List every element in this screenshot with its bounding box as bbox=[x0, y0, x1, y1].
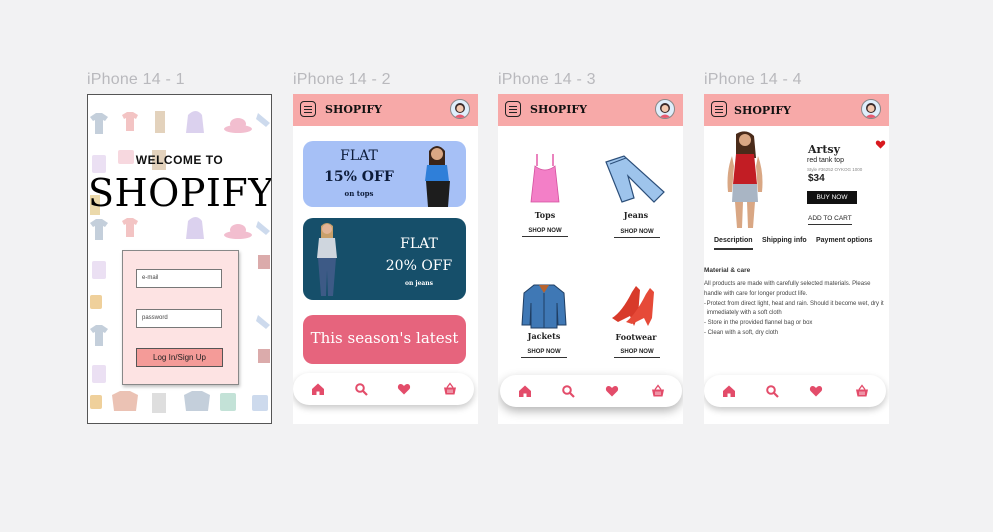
email-field[interactable]: e-mail bbox=[136, 269, 222, 288]
menu-icon[interactable] bbox=[505, 101, 521, 117]
banner-line1: FLAT bbox=[340, 148, 378, 164]
banner-line1: FLAT bbox=[400, 236, 438, 252]
product-image bbox=[727, 131, 763, 228]
brand-title: SHOPIFY bbox=[530, 103, 587, 116]
product-screen: SHOPIFY Artsy red tank top Style #36252 … bbox=[704, 94, 889, 424]
category-name: Tops bbox=[534, 210, 556, 220]
jeans-image[interactable] bbox=[604, 154, 666, 206]
add-to-cart-button[interactable]: ADD TO CART bbox=[808, 215, 852, 225]
product-description: All products are made with carefully sel… bbox=[704, 280, 889, 339]
description-body: All products are made with carefully sel… bbox=[704, 281, 871, 297]
banner-line2: 20% OFF bbox=[385, 258, 453, 274]
tab-description[interactable]: Description bbox=[714, 237, 753, 250]
home-icon[interactable] bbox=[722, 384, 736, 398]
banner-jeans[interactable]: FLAT 20% OFF on jeans bbox=[303, 218, 466, 300]
footwear-image[interactable] bbox=[608, 282, 660, 328]
banner-line3: on tops bbox=[344, 189, 374, 198]
search-icon[interactable] bbox=[765, 384, 779, 398]
category-name: Jackets bbox=[527, 331, 561, 341]
home-screen: SHOPIFY FLAT 15% OFF on tops FLAT 20% OF… bbox=[293, 94, 478, 424]
tops-image[interactable] bbox=[527, 152, 563, 204]
jackets-image[interactable] bbox=[520, 282, 568, 330]
avatar[interactable] bbox=[450, 99, 470, 119]
bottom-nav bbox=[500, 375, 682, 407]
login-button[interactable]: Log In/Sign Up bbox=[136, 348, 223, 367]
categories-screen: SHOPIFY Tops SHOP NOW Jeans SHOP NOW Jac… bbox=[498, 94, 683, 424]
tab-payment-options[interactable]: Payment options bbox=[816, 237, 872, 244]
frame-label: iPhone 14 - 1 bbox=[87, 71, 185, 88]
section-title: Material & care bbox=[704, 267, 751, 274]
tab-shipping-info[interactable]: Shipping info bbox=[762, 237, 807, 244]
frame-label: iPhone 14 - 3 bbox=[498, 71, 596, 88]
banner-line3: on jeans bbox=[404, 280, 434, 287]
search-icon[interactable] bbox=[354, 382, 368, 396]
shop-now-link[interactable]: SHOP NOW bbox=[614, 349, 660, 358]
login-form: e-mail password Log In/Sign Up bbox=[122, 250, 239, 385]
heart-icon[interactable] bbox=[397, 382, 411, 396]
description-bullet: - Protect from direct light, heat and ra… bbox=[704, 300, 884, 317]
basket-icon[interactable] bbox=[855, 384, 869, 398]
description-bullet: - Clean with a soft, dry cloth bbox=[704, 329, 779, 336]
brand-title: SHOPIFY bbox=[325, 103, 382, 116]
frame-label: iPhone 14 - 4 bbox=[704, 71, 802, 88]
product-style: Style #36252 OYKOG 1000 bbox=[807, 167, 863, 172]
shop-now-link[interactable]: SHOP NOW bbox=[522, 228, 568, 237]
description-bullet: - Store in the provided flannel bag or b… bbox=[704, 320, 813, 327]
banner-line2: 15% OFF bbox=[324, 169, 394, 185]
menu-icon[interactable] bbox=[711, 101, 727, 117]
shop-now-link[interactable]: SHOP NOW bbox=[521, 349, 567, 358]
password-field[interactable]: password bbox=[136, 309, 222, 328]
basket-icon[interactable] bbox=[651, 384, 665, 398]
header: SHOPIFY bbox=[704, 94, 889, 126]
buy-now-button[interactable]: BUY NOW bbox=[807, 191, 857, 204]
favorite-heart-icon[interactable] bbox=[875, 139, 886, 149]
model-image bbox=[317, 223, 337, 296]
home-icon[interactable] bbox=[311, 382, 325, 396]
frame-label: iPhone 14 - 2 bbox=[293, 71, 391, 88]
basket-icon[interactable] bbox=[443, 382, 457, 396]
login-screen: WELCOME TO SHOPIFY e-mail password Log I… bbox=[87, 94, 272, 424]
header: SHOPIFY bbox=[498, 94, 683, 126]
header: SHOPIFY bbox=[293, 94, 478, 126]
category-name: Footwear bbox=[615, 332, 657, 342]
search-icon[interactable] bbox=[561, 384, 575, 398]
shop-now-link[interactable]: SHOP NOW bbox=[614, 229, 660, 238]
app-title: SHOPIFY bbox=[88, 171, 272, 215]
home-icon[interactable] bbox=[518, 384, 532, 398]
banner-text: This season's latest bbox=[310, 329, 459, 347]
category-name: Jeans bbox=[623, 210, 649, 220]
banner-tops[interactable]: FLAT 15% OFF on tops bbox=[303, 141, 466, 207]
model-image bbox=[425, 146, 450, 207]
product-name: Artsy bbox=[808, 143, 840, 156]
bottom-nav bbox=[704, 375, 886, 407]
product-subtitle: red tank top bbox=[807, 157, 844, 164]
brand-title: SHOPIFY bbox=[734, 104, 791, 117]
avatar[interactable] bbox=[655, 99, 675, 119]
product-price: $34 bbox=[808, 173, 825, 184]
menu-icon[interactable] bbox=[300, 101, 316, 117]
heart-icon[interactable] bbox=[809, 384, 823, 398]
banner-latest[interactable]: This season's latest bbox=[303, 315, 466, 364]
heart-icon[interactable] bbox=[605, 384, 619, 398]
welcome-text: WELCOME TO bbox=[135, 153, 224, 167]
avatar[interactable] bbox=[861, 99, 881, 119]
bottom-nav bbox=[293, 373, 474, 405]
